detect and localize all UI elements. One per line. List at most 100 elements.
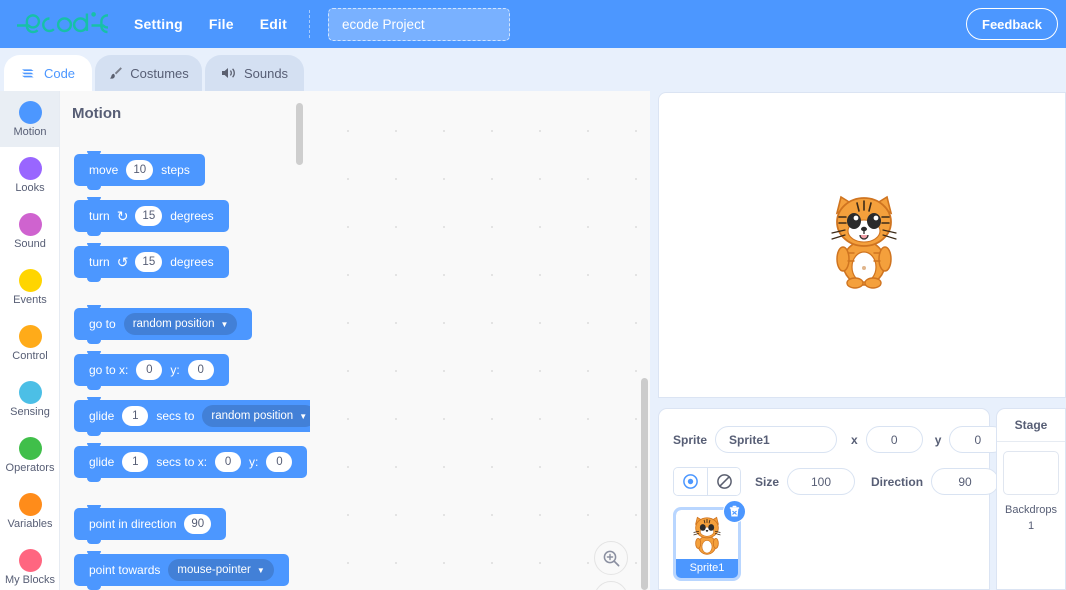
eye-hide-icon[interactable] [707,468,740,495]
workspace-vertical-scrollbar[interactable] [641,378,648,590]
zoom-out-button[interactable] [594,581,628,590]
sprite-x-label: x [851,432,858,447]
block-label: point in direction [89,517,177,531]
block-number-input[interactable]: 0 [215,452,242,472]
sprite-properties-row-1: Sprite Sprite1 x 0 y 0 [673,426,1007,453]
block-number-input[interactable]: 0 [266,452,293,472]
block-dropdown[interactable]: random position ▼ [123,313,238,335]
block-label: go to [89,317,116,331]
block-label: turn [89,209,110,223]
block-turn-left[interactable]: turn ↺ 15 degrees [74,243,229,282]
tab-sounds[interactable]: Sounds [205,55,304,91]
block-number-input[interactable]: 10 [126,160,154,180]
zoom-in-button[interactable] [594,541,628,575]
category-events[interactable]: Events [0,259,59,315]
category-color-dot [18,324,42,348]
sprite-properties-row-2: Size 100 Direction 90 [673,467,1000,496]
turn-arrow-icon: ↻ [116,208,129,224]
eye-show-icon[interactable] [674,468,707,495]
sprite-size-input[interactable]: 100 [787,468,856,495]
backdrop-thumbnail[interactable] [1003,451,1059,495]
block-number-input[interactable]: 0 [136,360,163,380]
backdrops-label: Backdrops [1005,504,1057,516]
stage-selector-panel: Stage Backdrops 1 [996,408,1066,590]
ecode-logo[interactable] [12,9,108,39]
sprite-card-label: Sprite1 [689,562,725,574]
block-go-to-xy[interactable]: go to x: 0 y: 0 [74,351,229,390]
block-label: point towards [89,563,161,577]
block-label: secs to x: [156,455,208,469]
tab-code-label: Code [43,65,76,81]
block-label: degrees [170,255,214,269]
tiger-cat-sprite[interactable] [824,189,904,289]
category-label: Motion [13,125,47,138]
stage-panel-title: Stage [997,409,1065,442]
stage-area[interactable] [658,92,1066,398]
block-dropdown[interactable]: mouse-pointer ▼ [168,559,274,581]
category-sound[interactable]: Sound [0,203,59,259]
trash-icon[interactable] [723,500,746,523]
block-point-in-direction[interactable]: point in direction 90 [74,505,227,544]
menu-divider [309,10,311,38]
block-dropdown[interactable]: random position ▼ [202,405,310,427]
tab-bar: Code Costumes Sounds [0,48,1066,133]
category-label: Sensing [10,405,50,418]
block-category-sidebar: Motion Looks Sound Events Control Sensin… [0,91,60,590]
category-variables[interactable]: Variables [0,483,59,539]
category-looks[interactable]: Looks [0,147,59,203]
menu-edit[interactable]: Edit [260,16,287,32]
menu-file[interactable]: File [209,16,234,32]
block-number-input[interactable]: 0 [187,360,214,380]
feedback-button[interactable]: Feedback [966,8,1058,40]
category-label: Operators [5,461,55,474]
block-label: steps [161,163,190,177]
category-my-blocks[interactable]: My Blocks [0,539,59,590]
category-label: Sound [14,237,46,250]
block-glide-to-xy[interactable]: glide 1 secs to x: 0 y: 0 [74,443,308,482]
block-label: glide [89,455,115,469]
category-color-dot [18,436,42,460]
block-glide-to[interactable]: glide 1 secs to random position ▼ [74,397,310,436]
sprite-name-label: Sprite [673,432,708,447]
category-label: Variables [7,517,53,530]
block-number-input[interactable]: 15 [135,206,163,226]
chevron-down-icon: ▼ [299,411,308,421]
speaker-icon [221,66,237,80]
block-label: secs to [156,409,195,423]
block-label: y: [170,363,180,377]
block-go-to[interactable]: go to random position ▼ [74,305,253,344]
sprite-x-input[interactable]: 0 [865,426,923,453]
tab-code[interactable]: Code [4,55,92,91]
block-label: degrees [170,209,214,223]
category-label: Control [12,349,48,362]
category-control[interactable]: Control [0,315,59,371]
category-sensing[interactable]: Sensing [0,371,59,427]
tab-costumes[interactable]: Costumes [95,55,202,91]
block-move-steps[interactable]: move 10 steps [74,151,205,190]
block-point-towards[interactable]: point towards mouse-pointer ▼ [74,551,289,590]
chevron-down-icon: ▼ [220,319,229,329]
sprite-direction-label: Direction [871,474,924,489]
category-motion[interactable]: Motion [0,91,59,147]
block-number-input[interactable]: 1 [122,406,149,426]
sprite-name-input[interactable]: Sprite1 [715,426,838,453]
sprite-list-item[interactable]: Sprite1 [673,500,746,581]
block-number-input[interactable]: 1 [122,452,149,472]
block-number-input[interactable]: 15 [135,252,163,272]
code-workspace-canvas[interactable] [310,91,650,590]
block-label: move [89,163,119,177]
project-name-input[interactable]: ecode Project [328,7,511,41]
paintbrush-icon [108,66,123,81]
block-number-input[interactable]: 90 [184,514,212,534]
chevron-down-icon: ▼ [256,565,265,575]
app-root: Setting File Edit ecode Project Feedback… [0,0,1066,590]
sprite-size-label: Size [755,474,780,489]
sprite-direction-input[interactable]: 90 [931,468,1000,495]
code-blocks-icon [21,67,37,80]
block-label: y: [249,455,259,469]
menu-setting[interactable]: Setting [134,16,183,32]
block-turn-right[interactable]: turn ↻ 15 degrees [74,197,229,236]
block-palette: Motion move 10 steps turn ↻ 15 degrees turn ↺ 15 d… [60,91,310,590]
category-operators[interactable]: Operators [0,427,59,483]
block-label: go to x: [89,363,129,377]
